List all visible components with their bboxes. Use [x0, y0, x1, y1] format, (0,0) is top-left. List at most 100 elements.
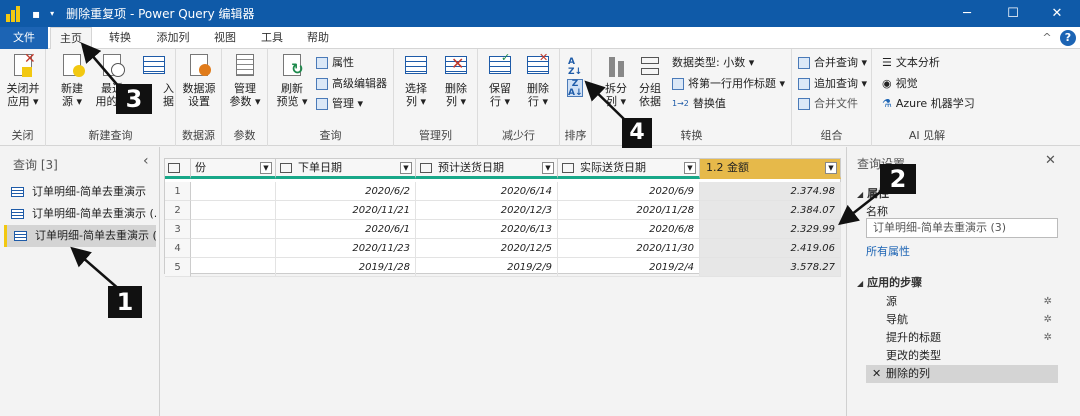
grid-cell[interactable]: 3.578.27 — [700, 258, 841, 277]
gear-icon[interactable]: ✲ — [1044, 329, 1052, 347]
filter-dropdown-icon[interactable]: ▼ — [542, 162, 554, 174]
advanced-editor-button[interactable]: 高级编辑器 — [316, 75, 387, 92]
merge-queries-button[interactable]: 合并查询 ▾ — [798, 54, 867, 71]
grid-cell[interactable]: 2020/6/9 — [558, 182, 700, 201]
grid-cell[interactable]: 2020/11/30 — [558, 239, 700, 258]
grid-cell[interactable]: 2.384.07 — [700, 201, 841, 220]
grid-corner-menu[interactable] — [165, 159, 191, 179]
grid-cell[interactable]: 2020/12/5 — [416, 239, 558, 258]
save-icon[interactable]: ▪ — [32, 7, 40, 21]
query-item[interactable]: 订单明细-简单去重演示 (... — [4, 203, 156, 225]
new-source-button[interactable]: 新建 源 ▾ — [50, 53, 94, 108]
table-header-icon — [672, 77, 684, 90]
group-label-new-query: 新建查询 — [88, 129, 133, 142]
replace-values-button[interactable]: 1→2 替换值 — [672, 95, 726, 112]
filter-dropdown-icon[interactable]: ▼ — [400, 162, 412, 174]
row-number[interactable]: 4 — [165, 239, 191, 258]
applied-steps-section[interactable]: ◢ 应用的步骤 — [857, 274, 922, 290]
column-header-amount[interactable]: 1.2 金额 ▼ — [700, 159, 841, 179]
query-name-input[interactable]: 订单明细-简单去重演示 (3) — [866, 218, 1058, 238]
azure-ml-button[interactable]: ⚗ Azure 机器学习 — [882, 95, 975, 112]
data-source-settings-button[interactable]: 数据源 设置 — [177, 53, 221, 108]
grid-cell[interactable]: 2020/11/28 — [558, 201, 700, 220]
callout-1: 1 — [108, 286, 142, 318]
applied-step[interactable]: 导航 ✲ — [866, 311, 1058, 329]
query-item-selected[interactable]: 订单明细-简单去重演示 (... — [4, 225, 156, 247]
maximize-button[interactable]: ☐ — [990, 0, 1036, 27]
manage-query-button[interactable]: 管理 ▾ — [316, 95, 363, 112]
query-item[interactable]: 订单明细-简单去重演示 — [4, 181, 156, 203]
grid-cell[interactable]: 2.419.06 — [700, 239, 841, 258]
append-queries-button[interactable]: 追加查询 ▾ — [798, 75, 867, 92]
column-header-part[interactable]: 份 ▼ — [191, 159, 276, 179]
refresh-preview-button[interactable]: ↻ 刷新 预览 ▾ — [270, 53, 314, 108]
grid-cell[interactable]: 2020/6/8 — [558, 220, 700, 239]
grid-cell[interactable] — [191, 220, 276, 239]
row-number[interactable]: 1 — [165, 182, 191, 201]
column-header-expected-delivery[interactable]: 预计送货日期 ▼ — [416, 159, 558, 179]
remove-columns-button[interactable]: ✕ 删除 列 ▾ — [434, 53, 478, 108]
filter-dropdown-icon[interactable]: ▼ — [684, 162, 696, 174]
grid-cell[interactable]: 2.329.99 — [700, 220, 841, 239]
grid-cell[interactable]: 2019/2/4 — [558, 258, 700, 277]
column-header-order-date[interactable]: 下单日期 ▼ — [276, 159, 416, 179]
tab-add-column[interactable]: 添加列 — [148, 27, 198, 49]
grid-cell[interactable]: 2020/6/13 — [416, 220, 558, 239]
applied-step[interactable]: 源 ✲ — [866, 293, 1058, 311]
filter-dropdown-icon[interactable]: ▼ — [260, 162, 272, 174]
gear-icon[interactable]: ✲ — [1044, 311, 1052, 329]
grid-cell[interactable] — [191, 258, 276, 277]
gear-icon[interactable]: ✲ — [1044, 293, 1052, 311]
grid-cell[interactable]: 2019/1/28 — [276, 258, 416, 277]
grid-cell[interactable] — [191, 201, 276, 220]
text-analytics-button[interactable]: ☰ 文本分析 — [882, 54, 940, 71]
grid-cell[interactable]: 2020/11/21 — [276, 201, 416, 220]
choose-columns-button[interactable]: 选择 列 ▾ — [394, 53, 438, 108]
vision-button[interactable]: ◉ 视觉 — [882, 75, 918, 92]
tab-tools[interactable]: 工具 — [252, 27, 292, 49]
close-button[interactable]: ✕ — [1034, 0, 1080, 27]
grid-cell[interactable] — [191, 182, 276, 201]
remove-rows-button[interactable]: ✕ 删除 行 ▾ — [516, 51, 560, 108]
close-settings-icon[interactable]: ✕ — [1045, 153, 1056, 168]
applied-step[interactable]: 更改的类型 — [866, 347, 1058, 365]
grid-cell[interactable]: 2020/6/2 — [276, 182, 416, 201]
manage-parameters-button[interactable]: 管理 参数 ▾ — [223, 53, 267, 108]
sort-ascending-icon[interactable]: A Z↓ — [568, 57, 582, 77]
tab-transform[interactable]: 转换 — [100, 27, 140, 49]
applied-step[interactable]: 提升的标题 ✲ — [866, 329, 1058, 347]
tab-help[interactable]: 帮助 — [298, 27, 338, 49]
merge-files-button[interactable]: 合并文件 — [798, 95, 858, 112]
grid-cell[interactable] — [191, 239, 276, 258]
sort-descending-icon[interactable]: Z A↓ — [567, 79, 583, 98]
minimize-button[interactable]: ─ — [944, 0, 990, 27]
grid-cell[interactable]: 2020/6/14 — [416, 182, 558, 201]
row-number[interactable]: 5 — [165, 258, 191, 277]
grid-cell[interactable]: 2.374.98 — [700, 182, 841, 201]
grid-cell[interactable]: 2020/6/1 — [276, 220, 416, 239]
help-icon[interactable]: ? — [1060, 30, 1076, 46]
filter-dropdown-icon[interactable]: ▼ — [825, 162, 837, 174]
grid-cell[interactable]: 2020/12/3 — [416, 201, 558, 220]
all-properties-link[interactable]: 所有属性 — [866, 243, 910, 259]
delete-step-icon[interactable]: ✕ — [872, 365, 881, 383]
properties-button[interactable]: 属性 — [316, 54, 354, 71]
data-type-dropdown[interactable]: 数据类型: 小数 ▾ — [672, 54, 754, 71]
azure-ml-icon: ⚗ — [882, 97, 892, 110]
collapse-pane-icon[interactable]: ‹ — [143, 153, 149, 169]
window-title: 删除重复项 - Power Query 编辑器 — [66, 7, 255, 21]
collapse-ribbon-icon[interactable]: ^ — [1040, 27, 1054, 49]
use-first-row-as-headers-button[interactable]: 将第一行用作标题 ▾ — [672, 75, 785, 92]
tab-view[interactable]: 视图 — [205, 27, 245, 49]
applied-step-selected[interactable]: ✕ 删除的列 — [866, 365, 1058, 383]
quick-access-dropdown-icon[interactable]: ▾ — [50, 9, 54, 18]
column-header-actual-delivery[interactable]: 实际送货日期 ▼ — [558, 159, 700, 179]
row-number[interactable]: 2 — [165, 201, 191, 220]
group-by-button[interactable]: 分组 依据 — [628, 53, 672, 108]
tab-file[interactable]: 文件 — [0, 27, 48, 49]
row-number[interactable]: 3 — [165, 220, 191, 239]
grid-cell[interactable]: 2020/11/23 — [276, 239, 416, 258]
close-and-apply-button[interactable]: ✕ 关闭并 应用 ▾ — [1, 52, 45, 108]
grid-cell[interactable]: 2019/2/9 — [416, 258, 558, 277]
tab-home[interactable]: 主页 — [50, 27, 92, 50]
